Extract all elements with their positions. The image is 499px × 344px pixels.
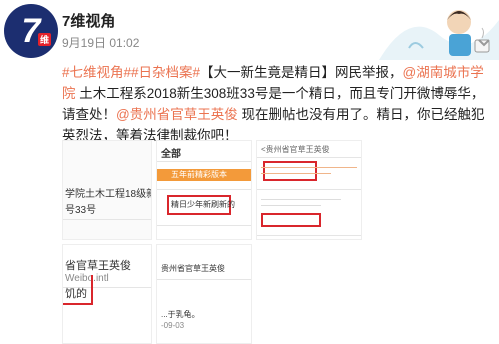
img4-text-line3: 饥的 bbox=[65, 288, 87, 300]
post-timestamp[interactable]: 9月19日 01:02 bbox=[62, 34, 139, 51]
post-bracket-title: 【大一新生竟是精日】 bbox=[200, 65, 336, 80]
weibo-post: 7 维 7维视角 9月19日 01:02 #七维视角##日杂档案#【大一新生竟是… bbox=[0, 0, 499, 344]
post-text-part1: 网民举报， bbox=[335, 65, 403, 80]
account-name[interactable]: 7维视角 bbox=[62, 10, 115, 31]
img4-text-line1: 省官草王英俊 bbox=[65, 260, 131, 272]
img1-text-line1: 学院土木工程18级新生 bbox=[65, 189, 151, 200]
img5-text-line2: ...于乳龟。 bbox=[161, 310, 200, 319]
chevron-down-icon[interactable] bbox=[477, 38, 491, 48]
avatar-logo-sub: 维 bbox=[37, 33, 51, 46]
img1-text-line2: 号33号 bbox=[65, 205, 97, 216]
mention-link-2[interactable]: @贵州省官草王英俊 bbox=[116, 107, 238, 122]
account-avatar[interactable]: 7 维 bbox=[4, 4, 58, 58]
post-image-2[interactable]: 全部 五年前精彩版本 精日少年新刷新的 bbox=[156, 140, 252, 240]
cartoon-decoration bbox=[379, 0, 499, 60]
img2-highlight-text: 精日少年新刷新的 bbox=[171, 200, 235, 209]
post-hashtags[interactable]: #七维视角##日杂档案# bbox=[62, 65, 200, 80]
img2-tab: 全部 bbox=[161, 149, 181, 160]
img2-banner-text: 五年前精彩版本 bbox=[171, 170, 227, 179]
image-grid: 学院土木工程18级新生 号33号 全部 五年前精彩版本 精日少年新刷新的 <贵州… bbox=[62, 140, 362, 344]
post-text: #七维视角##日杂档案#【大一新生竟是精日】网民举报，@湖南城市学院 土木工程系… bbox=[62, 62, 491, 146]
img5-text-line1: 贵州省官草王英俊 bbox=[161, 264, 225, 273]
post-image-5[interactable]: 贵州省官草王英俊 ...于乳龟。 -09-03 bbox=[156, 244, 252, 344]
post-image-3[interactable]: <贵州省官草王英俊 bbox=[256, 140, 362, 240]
img3-title: <贵州省官草王英俊 bbox=[261, 145, 330, 154]
post-image-4[interactable]: 省官草王英俊 Weibo.intl 饥的 bbox=[62, 244, 152, 344]
img5-text-line3: -09-03 bbox=[161, 321, 185, 330]
post-image-1[interactable]: 学院土木工程18级新生 号33号 bbox=[62, 140, 152, 240]
